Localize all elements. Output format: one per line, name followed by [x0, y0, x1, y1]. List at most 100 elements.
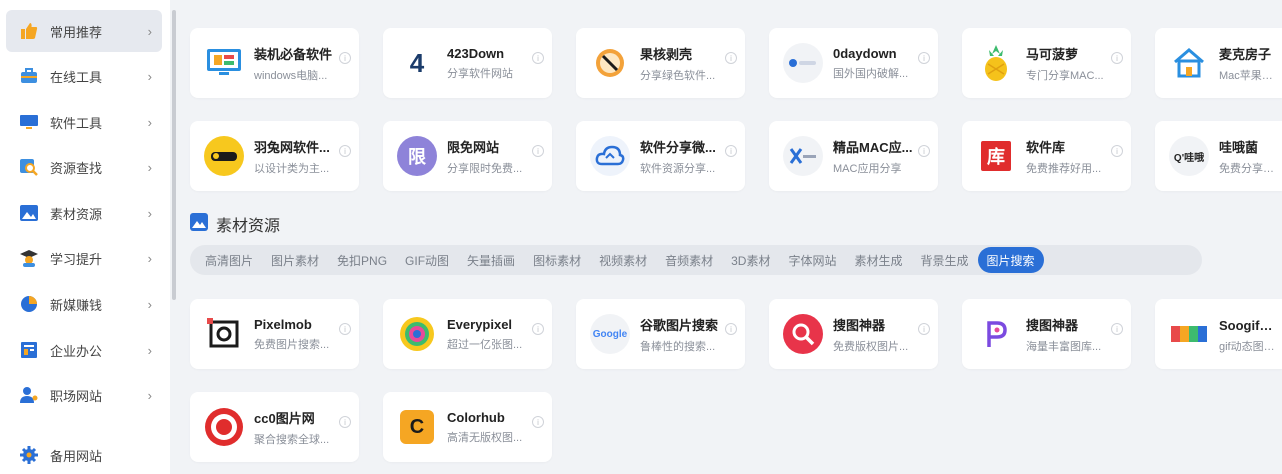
tab-material-generator[interactable]: 素材生成	[845, 247, 911, 273]
site-card[interactable]: 库 软件库 免费推荐好用... i	[962, 121, 1131, 191]
sidebar-item-resource-search[interactable]: 资源查找 ›	[6, 146, 162, 188]
card-desc: gif动态图片...	[1219, 340, 1282, 353]
target-icon	[204, 407, 244, 447]
card-title: 哇哦菌	[1219, 139, 1259, 155]
card-title: 软件分享微...	[640, 139, 716, 155]
sidebar-scrollbar[interactable]	[172, 10, 176, 300]
tab-gif[interactable]: GIF动图	[396, 247, 458, 273]
site-card[interactable]: 装机必备软件 windows电脑... i	[190, 28, 359, 98]
site-card[interactable]: 搜图神器 海量丰富图库... i	[962, 299, 1131, 369]
info-icon[interactable]: i	[1111, 145, 1123, 157]
info-icon[interactable]: i	[339, 145, 351, 157]
pineapple-icon	[976, 43, 1016, 83]
p-logo-icon	[976, 314, 1016, 354]
sidebar-item-software-tools[interactable]: 软件工具 ›	[6, 101, 162, 143]
thumbs-up-icon	[18, 20, 40, 42]
sidebar-item-label: 常用推荐	[50, 24, 103, 40]
card-desc: windows电脑...	[254, 69, 328, 82]
card-desc: 软件资源分享...	[640, 162, 716, 175]
card-title: 谷歌图片搜索	[640, 317, 719, 333]
chevron-right-icon: ›	[147, 296, 152, 312]
info-icon[interactable]: i	[725, 52, 737, 64]
info-icon[interactable]: i	[1111, 52, 1123, 64]
site-card[interactable]: Everypixel 超过一亿张图... i	[383, 299, 552, 369]
gear-icon	[18, 444, 40, 466]
sidebar-item-material-resources[interactable]: 素材资源 ›	[6, 192, 162, 234]
card-title: 搜图神器	[1026, 317, 1079, 333]
site-card[interactable]: 软件分享微... 软件资源分享... i	[576, 121, 745, 191]
building-icon	[18, 339, 40, 361]
x-logo-icon	[783, 136, 823, 176]
0daydown-logo-icon	[783, 43, 823, 83]
info-icon[interactable]: i	[339, 416, 351, 428]
card-desc: 国外国内破解...	[833, 67, 909, 80]
house-icon	[1169, 43, 1209, 83]
toolbox-icon	[18, 65, 40, 87]
pie-chart-icon	[18, 293, 40, 315]
tab-vector[interactable]: 矢量插画	[458, 247, 524, 273]
site-card[interactable]: 羽兔网软件... 以设计类为主... i	[190, 121, 359, 191]
info-icon[interactable]: i	[918, 52, 930, 64]
info-icon[interactable]: i	[918, 323, 930, 335]
info-icon[interactable]: i	[532, 145, 544, 157]
site-card[interactable]: 4 423Down 分享软件网站 i	[383, 28, 552, 98]
google-logo-icon: Google	[590, 314, 630, 354]
tab-image-materials[interactable]: 图片素材	[262, 247, 328, 273]
tab-background-generator[interactable]: 背景生成	[911, 247, 977, 273]
card-desc: Mac苹果电脑...	[1219, 69, 1282, 82]
info-icon[interactable]: i	[339, 52, 351, 64]
site-card[interactable]: Soogif动图 gif动态图片...	[1155, 299, 1282, 369]
sidebar-item-office[interactable]: 企业办公 ›	[6, 329, 162, 371]
info-icon[interactable]: i	[532, 416, 544, 428]
site-card[interactable]: 马可菠萝 专门分享MAC... i	[962, 28, 1131, 98]
sidebar-item-learning[interactable]: 学习提升 ›	[6, 237, 162, 279]
site-card[interactable]: 果核剥壳 分享绿色软件... i	[576, 28, 745, 98]
site-card[interactable]: 搜图神器 免费版权图片... i	[769, 299, 938, 369]
site-card[interactable]: C Colorhub 高清无版权图... i	[383, 392, 552, 462]
sidebar-item-label: 职场网站	[50, 388, 103, 404]
site-card[interactable]: cc0图片网 聚合搜索全球... i	[190, 392, 359, 462]
colorhub-logo-icon: C	[400, 410, 434, 444]
tab-audio[interactable]: 音频素材	[656, 247, 722, 273]
card-desc: 高清无版权图...	[447, 431, 523, 444]
sidebar-item-label: 软件工具	[50, 115, 103, 131]
tab-cutout-png[interactable]: 免扣PNG	[328, 247, 396, 273]
chevron-right-icon: ›	[147, 159, 152, 175]
site-card[interactable]: Google 谷歌图片搜索 鲁棒性的搜索... i	[576, 299, 745, 369]
image-icon	[18, 202, 40, 224]
sidebar-item-career[interactable]: 职场网站 ›	[6, 374, 162, 416]
tab-fonts[interactable]: 字体网站	[779, 247, 845, 273]
tab-image-search[interactable]: 图片搜索	[977, 247, 1044, 273]
sidebar-item-label: 新媒赚钱	[50, 297, 103, 313]
info-icon[interactable]: i	[725, 145, 737, 157]
site-card[interactable]: Q'哇哦 哇哦菌 免费分享各种...	[1155, 121, 1282, 191]
card-title: 麦克房子	[1219, 46, 1272, 62]
card-desc: 免费推荐好用...	[1026, 162, 1102, 175]
site-card[interactable]: Pixelmob 免费图片搜索... i	[190, 299, 359, 369]
sidebar-item-backup[interactable]: 备用网站	[6, 434, 162, 474]
card-title: 423Down	[447, 45, 505, 61]
sidebar-item-online-tools[interactable]: 在线工具 ›	[6, 55, 162, 97]
sidebar: 常用推荐 › 在线工具 › 软件工具 › 资源查找 › 素材资源 › 学习提升 …	[0, 0, 170, 474]
tab-video[interactable]: 视频素材	[590, 247, 656, 273]
info-icon[interactable]: i	[532, 323, 544, 335]
sidebar-item-new-media[interactable]: 新媒赚钱 ›	[6, 283, 162, 325]
xianmian-logo-icon: 限	[397, 136, 437, 176]
site-card[interactable]: 限 限免网站 分享限时免费... i	[383, 121, 552, 191]
monitor-icon	[18, 111, 40, 133]
tab-icons[interactable]: 图标素材	[524, 247, 590, 273]
card-title: Soogif动图	[1219, 317, 1282, 333]
info-icon[interactable]: i	[725, 323, 737, 335]
sidebar-item-recommend[interactable]: 常用推荐 ›	[6, 10, 162, 52]
site-card[interactable]: 麦克房子 Mac苹果电脑...	[1155, 28, 1282, 98]
info-icon[interactable]: i	[918, 145, 930, 157]
site-card[interactable]: 精品MAC应... MAC应用分享 i	[769, 121, 938, 191]
info-icon[interactable]: i	[532, 52, 544, 64]
tab-hd-images[interactable]: 高清图片	[196, 247, 262, 273]
site-card[interactable]: 0daydown 国外国内破解... i	[769, 28, 938, 98]
info-icon[interactable]: i	[339, 323, 351, 335]
card-title: 限免网站	[447, 139, 500, 155]
info-icon[interactable]: i	[1111, 323, 1123, 335]
graduate-icon	[18, 247, 40, 269]
tab-3d[interactable]: 3D素材	[722, 247, 779, 273]
